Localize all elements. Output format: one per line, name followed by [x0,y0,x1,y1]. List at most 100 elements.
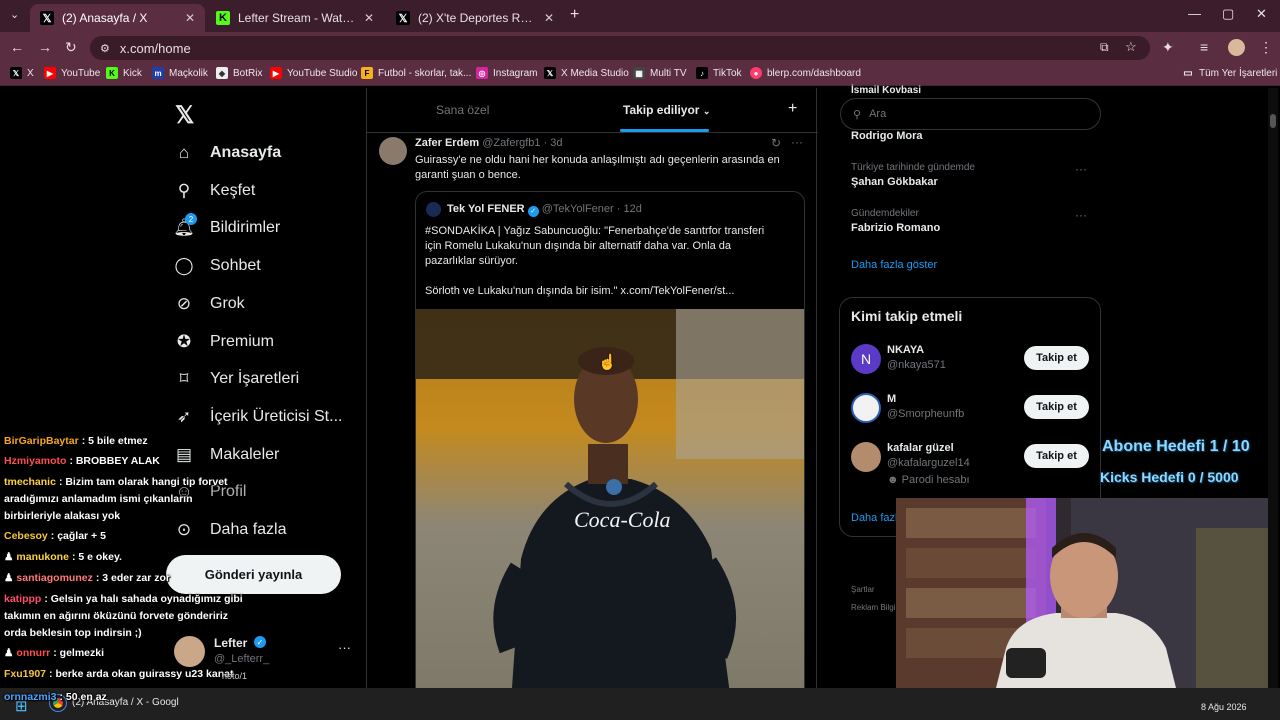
tab-lefter-stream[interactable]: K Lefter Stream - Watch Live on K ✕ [206,4,384,32]
profile-avatar[interactable] [1228,39,1245,56]
more-horizontal-icon[interactable]: ··· [1075,162,1087,176]
follow-button[interactable]: Takip et [1024,346,1089,370]
bookmark-blerp[interactable]: ● blerp.com/dashboard [750,67,861,79]
nav-label: Bildirimler [210,219,281,236]
footer-ads[interactable]: Reklam Bilgi [851,603,895,612]
close-tab-icon[interactable]: ✕ [544,11,554,25]
bookmark-multi-tv[interactable]: ▦ Multi TV [633,67,687,79]
bookmark-kick[interactable]: K Kick [106,67,142,79]
nav-sohbet[interactable]: ◯ Sohbet [174,256,260,276]
maximize-icon[interactable]: ▢ [1222,6,1234,22]
user-handle: @Smorpheunfb [887,408,965,420]
x-home-logo-icon[interactable]: 𝕏 [175,101,194,130]
grok-explain-icon[interactable]: ↻ [771,136,781,150]
tab-anasayfa[interactable]: 𝕏 (2) Anasayfa / X ✕ [30,4,205,32]
extensions-icon[interactable]: ✦ [1162,39,1174,56]
nav-premium[interactable]: ✪ Premium [174,332,274,352]
bookmark-botrix[interactable]: ◆ BotRix [216,67,262,79]
tab-sana-ozel[interactable]: Sana özel [436,103,489,117]
tab-search-icon[interactable]: ⌄ [10,8,19,21]
avatar[interactable] [851,393,881,423]
tab-takip-ediliyor[interactable]: Takip ediliyor ⌄ [623,103,710,117]
back-icon[interactable]: ← [10,39,24,55]
minimize-icon[interactable]: — [1188,6,1201,21]
nav-label: Yer İşaretleri [210,370,300,387]
account-switcher[interactable]: Lefter ✓ @_Lefterr_ ··· [174,634,364,670]
mod-badge-icon: ♟ [4,551,14,563]
chat-username: onnurr [16,647,51,659]
follow-button[interactable]: Takip et [1024,395,1089,419]
forward-icon[interactable]: → [38,39,52,55]
add-tab-icon[interactable]: + [788,100,797,118]
avatar[interactable] [851,442,881,472]
search-box[interactable]: ⚲ Ara [840,98,1101,130]
post-author[interactable]: Zafer Erdem [415,137,479,149]
all-bookmarks-folder[interactable]: ▭ Tüm Yer İşaretleri [1182,67,1277,79]
bookmark-label: YouTube [61,67,101,79]
menu-kebab-icon[interactable]: ⋮ [1259,39,1273,56]
close-window-icon[interactable]: ✕ [1256,6,1267,22]
close-tab-icon[interactable]: ✕ [364,11,374,25]
bookmark-instagram[interactable]: ◎ Instagram [476,67,537,79]
tab-deportes-reports[interactable]: 𝕏 (2) X'te Deportes Reports: "Gala ✕ [386,4,564,32]
post-button[interactable]: Gönderi yayınla [166,555,341,594]
post[interactable]: Zafer Erdem @Zafergfb1 · 3d ↻ ··· Guiras… [367,134,818,701]
bookmark-youtube[interactable]: ▶ YouTube [44,67,100,79]
bookmark-x[interactable]: 𝕏X [10,67,34,79]
scrollbar-thumb[interactable] [1270,114,1276,128]
footer-terms[interactable]: Şartlar [851,585,875,594]
bookmark-mackolik[interactable]: m Maçkolik [152,67,208,79]
avatar[interactable] [379,137,407,165]
tab-title: (2) X'te Deportes Reports: "Gala [418,11,536,25]
bookmark-tiktok[interactable]: ♪ TikTok [696,67,742,79]
reload-icon[interactable]: ↻ [65,39,77,56]
post-time[interactable]: · 3d [544,137,563,149]
nav-yer-isaretleri[interactable]: ⌑ Yer İşaretleri [174,369,300,389]
suggested-user[interactable]: M @Smorpheunfb [887,393,964,420]
bookmark-x-media-studio[interactable]: 𝕏 X Media Studio [544,67,629,79]
chat-message: ornnazmi3: 50 en az [4,689,107,706]
chat-text: : gelmezki [53,647,105,659]
post-text-line: garanti şuan o bence. [415,169,521,181]
new-tab-icon[interactable]: + [570,6,579,24]
bookmark-star-icon[interactable]: ☆ [1125,39,1137,55]
more-horizontal-icon[interactable]: ··· [1075,208,1087,222]
chat-message: ♟ onnurr: gelmezki [4,645,104,662]
show-more-link[interactable]: Daha fazl [851,512,897,524]
scrollbar[interactable] [1268,88,1278,688]
chat-message: Cebesoy: çağlar + 5 [4,528,106,545]
taskbar-date[interactable]: 8 Ağu 2026 [1201,702,1247,712]
nav-makaleler[interactable]: ▤ Makaleler [174,445,279,465]
media-controls-icon[interactable]: ≡ [1200,39,1208,55]
suggested-user[interactable]: kafalar güzel @kafalarguzel14 ☻ Parodi h… [887,442,970,486]
nav-grok[interactable]: ⊘ Grok [174,294,245,314]
site-info-icon[interactable]: ⚙ [100,42,110,55]
suggested-user[interactable]: NKAYA @nkaya571 [887,344,946,371]
follow-button[interactable]: Takip et [1024,444,1089,468]
bookmark-label: YouTube Studio [287,67,358,79]
botrix-logo-icon: ◆ [216,67,228,79]
bookmark-youtube-studio[interactable]: ▶ YouTube Studio [270,67,357,79]
quote-author: Tek Yol FENER [447,203,525,215]
more-horizontal-icon[interactable]: ··· [338,640,351,655]
trend-item[interactable]: Türkiye tarihinde gündemde Şahan Gökbaka… [851,162,1091,188]
nav-icerik-ureticisi[interactable]: ➶ İçerik Üreticisi St... [174,407,343,427]
trend-item[interactable]: Gündemdekiler Fabrizio Romano ··· [851,208,1091,234]
chat-message: Fxu1907: berke arda okan guirassy u23 ka… [4,666,233,683]
address-bar[interactable]: ⚙ x.com/home ⧉ ☆ [90,36,1150,60]
bookmark-label: X [27,67,34,79]
trend-item[interactable]: Rodrigo Mora [851,130,923,142]
more-horizontal-icon[interactable]: ··· [791,135,803,149]
close-tab-icon[interactable]: ✕ [185,11,195,25]
nav-anasayfa[interactable]: ⌂ Anasayfa [174,143,281,163]
nav-kesfet[interactable]: ⚲ Keşfet [174,181,256,201]
avatar[interactable]: N [851,344,881,374]
trend-name-cut[interactable]: İsmail Kovbasi [851,85,921,96]
show-more-link[interactable]: Daha fazla göster [851,259,937,271]
cast-icon[interactable]: ⧉ [1100,40,1109,55]
nav-label: Makaleler [210,446,280,463]
bookmark-futbol[interactable]: F Futbol - skorlar, tak... [361,67,471,79]
nav-daha-fazla[interactable]: ⊙ Daha fazla [174,520,287,540]
quoted-post[interactable]: Tek Yol FENER ✓ @TekYolFener · 12d #SOND… [415,191,805,701]
nav-bildirimler[interactable]: 🔔︎ 2 Bildirimler [173,213,281,238]
